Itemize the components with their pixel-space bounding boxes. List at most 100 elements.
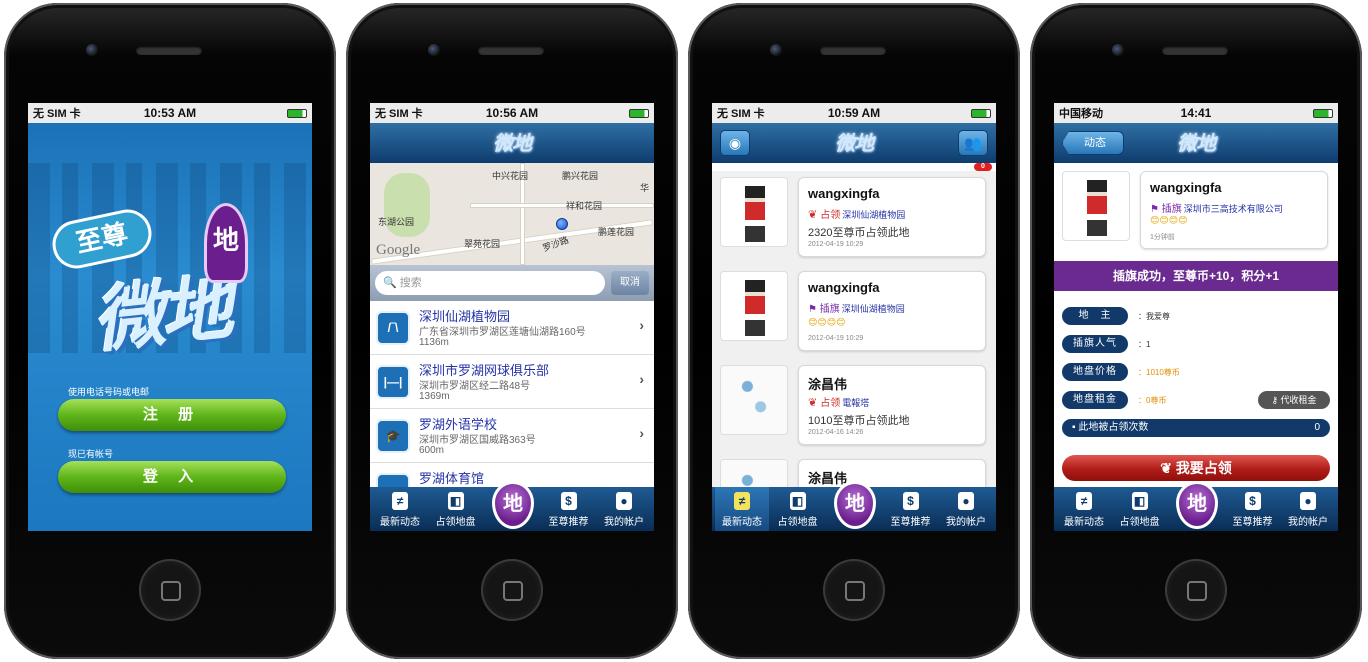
list-item[interactable]: |—| 深圳市罗湖网球俱乐部 深圳市罗湖区经二路48号 1369m › [370,355,654,409]
nav-bar: 动态 微地 [1054,123,1338,163]
user-name: 涂昌伟 [808,377,848,392]
tab-center[interactable]: 地 [484,481,540,531]
tab-label: 我的帐户 [1288,517,1328,528]
tab-occupy[interactable]: ◧ 占领地盘 [429,487,483,531]
search-input[interactable]: 🔍 搜索 [375,271,605,295]
occupy-button[interactable]: ❦ 我要占领 [1062,455,1330,481]
place-address: 广东省深圳市罗湖区莲塘仙湖路160号 [419,327,586,338]
place-name: 罗湖体育馆 [419,471,485,486]
place-address: 深圳市罗湖区国威路363号 [419,435,536,446]
splash-screen: 无 SIM 卡 10:53 AM 至尊 微地 地 使用电话号码或电邮 注 册 现… [28,103,312,531]
place-link[interactable]: 深圳仙湖植物园 [842,304,905,314]
chevron-right-icon: › [639,317,644,333]
home-button[interactable] [1165,559,1227,621]
user-icon: ● [958,492,974,510]
collect-rent-button[interactable]: ⚷ 代收租金 [1258,391,1330,409]
field-value: ：我爱尊 [1138,311,1170,321]
feed-item[interactable]: wangxingfa ⚑ 插旗 深圳仙湖植物园 😊😊😊😊 2012-04-19 1… [712,265,996,359]
map-screen: 无 SIM 卡 10:56 AM 微地 中兴花园 鹏兴花园 祥和花园 东湖公园 … [370,103,654,531]
app-logo: 微地 [493,133,532,155]
place-distance: 600m [419,445,445,456]
news-icon: ≠ [1076,492,1092,510]
feed-desc: 1010至尊币占领此地 [808,415,910,427]
road [470,203,654,208]
cancel-button[interactable]: 取消 [611,271,649,295]
tab-recommend[interactable]: $ 至尊推荐 [1226,487,1280,531]
feed-item[interactable]: wangxingfa ❦ 占领 深圳仙湖植物园 2320至尊币占领此地 2012-… [712,171,996,265]
status-bar: 无 SIM 卡 10:53 AM [28,103,312,123]
field-label: 插旗人气 [1062,335,1128,353]
tab-label: 至尊推荐 [548,517,589,528]
home-button[interactable] [481,559,543,621]
avatar [720,177,788,247]
home-button[interactable] [823,559,885,621]
tab-label: 我的帐户 [946,517,986,528]
feed-card: wangxingfa ❦ 占领 深圳仙湖植物园 2320至尊币占领此地 2012-… [798,177,986,257]
location-pin-icon[interactable] [556,218,568,230]
camera [86,44,98,56]
field-price: 地盘价格 ：1010尊币 [1062,363,1180,381]
tab-occupy[interactable]: ◧ 占领地盘 [1113,487,1167,531]
app-logo: 微地 [835,133,874,155]
place-link[interactable]: 電報塔 [842,398,869,408]
tab-center[interactable]: 地 [826,481,882,531]
tab-account[interactable]: ● 我的帐户 [1281,487,1335,531]
avatar [1062,171,1130,241]
google-logo: Google [376,242,421,258]
place-link[interactable]: 深圳仙湖植物园 [842,210,905,220]
map-view[interactable]: 中兴花园 鹏兴花园 祥和花园 东湖公园 翠苑花园 鹏莲花园 罗沙路 华 Goog… [370,163,654,265]
tab-label: 占领地盘 [435,517,476,528]
smiley-rating: 😊😊😊😊 [1150,216,1188,226]
success-banner: 插旗成功，至尊币+10，积分+1 [1054,261,1338,291]
tab-label: 最新动态 [722,517,762,528]
tab-recommend[interactable]: $ 至尊推荐 [542,487,596,531]
field-rent: 地盘租金 ：0尊币 [1062,391,1166,409]
list-item[interactable]: 🎓 罗湖外语学校 深圳市罗湖区国威路363号 600m › [370,409,654,463]
search-bar: 🔍 搜索 取消 [370,265,654,301]
avatar [720,365,788,435]
tab-center[interactable]: 地 [1168,481,1224,531]
coin-icon: $ [902,492,919,510]
chevron-right-icon: › [639,371,644,387]
feed-action: ⚑ 插旗 深圳仙湖植物园 [808,304,905,315]
place-distance: 1369m [419,391,450,402]
tab-recommend[interactable]: $ 至尊推荐 [884,487,938,531]
user-icon: ● [616,492,632,510]
notification-badge: 0 [974,163,992,171]
speaker [478,46,544,55]
feed-action: ⚑ 插旗 深圳市三高技术有限公司 [1150,204,1283,215]
feed-time: 2012-04-19 10:29 [808,241,864,248]
phone-2: 无 SIM 卡 10:56 AM 微地 中兴花园 鹏兴花园 祥和花园 东湖公园 … [346,3,678,659]
app-pin-icon: 地 [1176,481,1218,529]
tab-account[interactable]: ● 我的帐户 [597,487,651,531]
tab-label: 至尊推荐 [1232,517,1273,528]
person-search-icon: ◉ [728,135,742,151]
login-button[interactable]: 登 入 [58,461,286,493]
nav-bar: 微地 [370,123,654,163]
place-distance: 1136m [419,337,449,348]
smiley-rating: 😊😊😊😊 [808,318,846,328]
tab-label: 占领地盘 [777,517,818,528]
map-label: 中兴花园 [492,171,529,181]
tab-account[interactable]: ● 我的帐户 [939,487,993,531]
search-icon: 🔍 [383,277,400,289]
speaker [1162,46,1228,55]
tab-occupy[interactable]: ◧ 占领地盘 [771,487,825,531]
friends-button[interactable]: 👥 [958,130,988,156]
profile-search-button[interactable]: ◉ [720,130,750,156]
tab-latest[interactable]: ≠ 最新动态 [1057,487,1111,531]
feed-screen: 无 SIM 卡 10:59 AM ◉ 微地 👥 0 wangxingfa ❦ 占… [712,103,996,531]
feed-item[interactable]: 涂昌伟 ❦ 占领 電報塔 1010至尊币占领此地 2012-04-16 14:26 [712,359,996,453]
home-button[interactable] [139,559,201,621]
feed-card: wangxingfa ⚑ 插旗 深圳仙湖植物园 😊😊😊😊 2012-04-19 1… [798,271,986,351]
tab-latest[interactable]: ≠ 最新动态 [373,487,427,531]
camera [1112,44,1124,56]
back-button[interactable]: 动态 [1062,131,1124,155]
list-item[interactable]: /‾\ 深圳仙湖植物园 广东省深圳市罗湖区莲塘仙湖路160号 1136m › [370,301,654,355]
tab-latest[interactable]: ≠ 最新动态 [715,487,769,531]
register-button[interactable]: 注 册 [58,399,286,431]
chevron-right-icon: › [639,425,644,441]
tab-label: 最新动态 [380,517,420,528]
tab-bar: ≠ 最新动态 ◧ 占领地盘 地 $ 至尊推荐 ● 我的帐户 [712,481,996,531]
news-icon: ≠ [392,492,408,510]
